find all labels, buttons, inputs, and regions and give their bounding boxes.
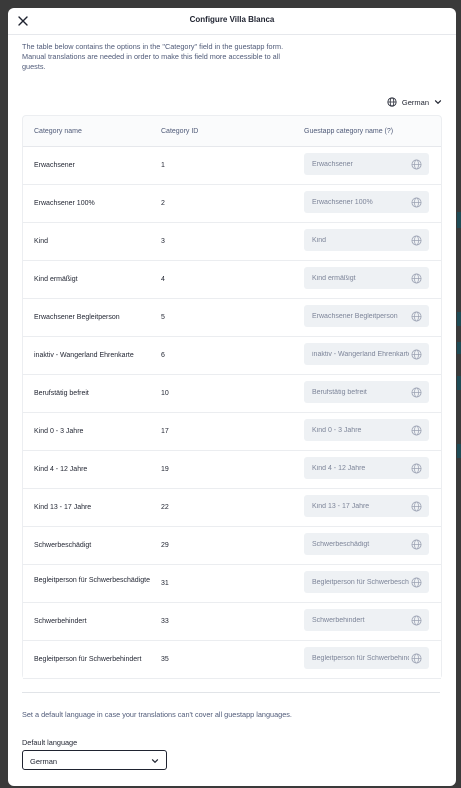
globe-icon bbox=[387, 97, 397, 107]
globe-icon[interactable] bbox=[411, 273, 422, 284]
category-name-cell: Schwerbeschädigt bbox=[34, 542, 92, 549]
category-id-cell: 3 bbox=[161, 238, 165, 245]
table-row: Erwachsener 100% 2 bbox=[23, 185, 441, 223]
column-header-guestapp-category-name[interactable]: Guestapp category name (?) bbox=[304, 128, 393, 135]
default-language-label: Default language bbox=[22, 738, 78, 747]
category-name-cell: Erwachsener Begleitperson bbox=[34, 314, 120, 321]
table-row: Erwachsener 1 bbox=[23, 147, 441, 185]
backdrop-strip bbox=[457, 342, 461, 354]
language-selector[interactable]: German bbox=[387, 96, 442, 108]
category-name-cell: Begleitperson für Schwerbehindert bbox=[34, 656, 142, 663]
chevron-down-icon bbox=[151, 759, 159, 764]
category-id-cell: 29 bbox=[161, 542, 169, 549]
table-row: Begleitperson für Schwerbeschädigte 31 bbox=[23, 565, 441, 603]
globe-icon[interactable] bbox=[411, 349, 422, 360]
category-name-cell: Begleitperson für Schwerbeschädigte bbox=[34, 577, 150, 584]
default-language-select[interactable]: German bbox=[22, 750, 167, 770]
backdrop-strip bbox=[457, 312, 461, 326]
table-row: Kind 4 - 12 Jahre 19 bbox=[23, 451, 441, 489]
column-header-category-id: Category ID bbox=[161, 128, 199, 135]
table-row: Schwerbeschädigt 29 bbox=[23, 527, 441, 565]
category-id-cell: 5 bbox=[161, 314, 165, 321]
globe-icon[interactable] bbox=[411, 197, 422, 208]
table-row: Schwerbehindert 33 bbox=[23, 603, 441, 641]
category-name-cell: Erwachsener 100% bbox=[34, 200, 95, 207]
table-row: inaktiv - Wangerland Ehrenkarte 6 bbox=[23, 337, 441, 375]
category-id-cell: 10 bbox=[161, 390, 169, 397]
category-id-cell: 4 bbox=[161, 276, 165, 283]
column-header-category-name: Category name bbox=[34, 128, 82, 135]
backdrop-strip bbox=[457, 444, 461, 458]
intro-text: The table below contains the options in … bbox=[22, 42, 284, 71]
category-id-cell: 17 bbox=[161, 428, 169, 435]
globe-icon[interactable] bbox=[411, 653, 422, 664]
category-id-cell: 31 bbox=[161, 580, 169, 587]
globe-icon[interactable] bbox=[411, 387, 422, 398]
table-header: Category name Category ID Guestapp categ… bbox=[23, 116, 441, 147]
globe-icon[interactable] bbox=[411, 463, 422, 474]
globe-icon[interactable] bbox=[411, 311, 422, 322]
category-name-cell: Kind bbox=[34, 238, 49, 245]
category-name-cell: Kind ermäßigt bbox=[34, 276, 78, 283]
table-row: Kind 3 bbox=[23, 223, 441, 261]
category-id-cell: 33 bbox=[161, 618, 169, 625]
backdrop-strip bbox=[457, 376, 461, 390]
globe-icon[interactable] bbox=[411, 159, 422, 170]
globe-icon[interactable] bbox=[411, 235, 422, 246]
category-id-cell: 35 bbox=[161, 656, 169, 663]
section-divider bbox=[22, 692, 440, 693]
default-language-note: Set a default language in case your tran… bbox=[22, 710, 292, 719]
category-id-cell: 1 bbox=[161, 162, 165, 169]
globe-icon[interactable] bbox=[411, 425, 422, 436]
category-name-cell: Berufstätig befreit bbox=[34, 390, 89, 397]
globe-icon[interactable] bbox=[411, 539, 422, 550]
globe-icon[interactable] bbox=[411, 615, 422, 626]
globe-icon[interactable] bbox=[411, 501, 422, 512]
globe-icon[interactable] bbox=[411, 577, 422, 588]
chevron-down-icon bbox=[434, 100, 442, 105]
category-name-cell: inaktiv - Wangerland Ehrenkarte bbox=[34, 352, 134, 359]
modal-title: Configure Villa Blanca bbox=[189, 15, 275, 24]
category-id-cell: 6 bbox=[161, 352, 165, 359]
category-name-cell: Kind 13 - 17 Jahre bbox=[34, 504, 92, 511]
category-name-cell: Kind 0 - 3 Jahre bbox=[34, 428, 84, 435]
modal-header: Configure Villa Blanca bbox=[8, 8, 456, 35]
table-row: Kind 0 - 3 Jahre 17 bbox=[23, 413, 441, 451]
category-id-cell: 2 bbox=[161, 200, 165, 207]
table-row: Kind 13 - 17 Jahre 22 bbox=[23, 489, 441, 527]
category-name-cell: Schwerbehindert bbox=[34, 618, 87, 625]
table-row: Erwachsener Begleitperson 5 bbox=[23, 299, 441, 337]
category-table: Category name Category ID Guestapp categ… bbox=[22, 115, 442, 679]
table-row: Berufstätig befreit 10 bbox=[23, 375, 441, 413]
configure-modal: Configure Villa Blanca The table below c… bbox=[8, 8, 456, 786]
category-id-cell: 22 bbox=[161, 504, 169, 511]
table-row: Begleitperson für Schwerbehindert 35 bbox=[23, 641, 441, 679]
table-row: Kind ermäßigt 4 bbox=[23, 261, 441, 299]
category-name-cell: Kind 4 - 12 Jahre bbox=[34, 466, 88, 473]
language-selector-value: German bbox=[401, 97, 429, 107]
default-language-value: German bbox=[30, 757, 58, 766]
category-name-cell: Erwachsener bbox=[34, 162, 75, 169]
category-id-cell: 19 bbox=[161, 466, 169, 473]
backdrop-strip bbox=[457, 212, 461, 228]
